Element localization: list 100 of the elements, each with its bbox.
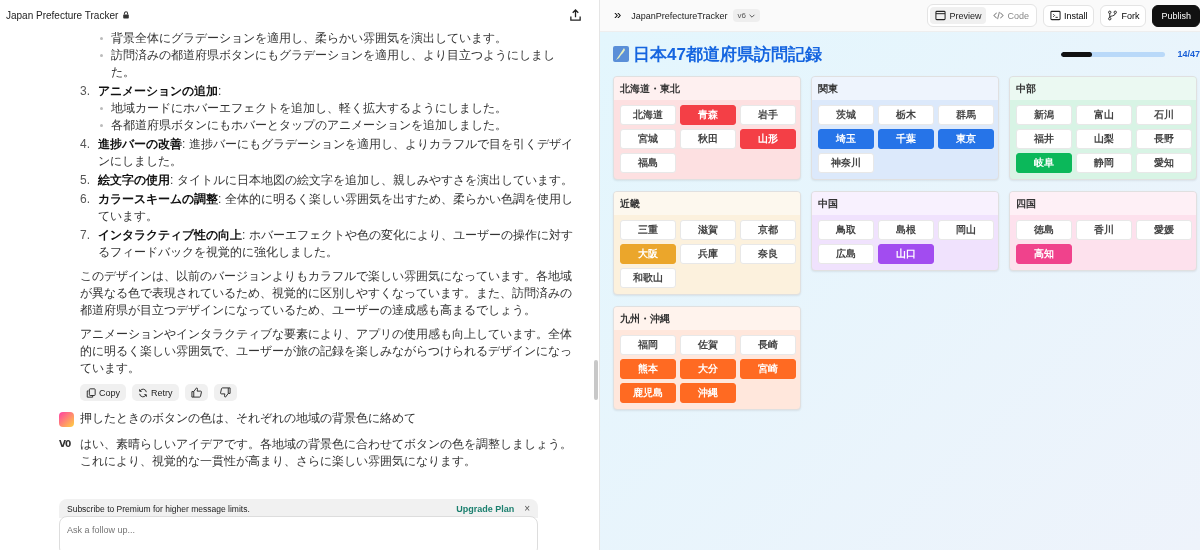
region-name: 九州・沖縄 — [620, 311, 670, 326]
version-dropdown[interactable]: v6 — [733, 9, 760, 22]
thumbs-up-icon — [190, 387, 202, 398]
upgrade-plan-link[interactable]: Upgrade Plan — [456, 503, 515, 514]
prefecture-button[interactable]: 青森 — [680, 105, 736, 125]
prefecture-button[interactable]: 香川 — [1076, 220, 1132, 240]
view-tab[interactable]: Preview — [930, 7, 987, 24]
window-icon — [935, 10, 947, 21]
prefecture-button[interactable]: 福岡 — [620, 335, 676, 355]
prefecture-button[interactable]: 福井 — [1016, 129, 1072, 149]
assistant-logo: V0 — [59, 438, 72, 451]
list-item-text: 絵文字の使用: タイトルに日本地図の絵文字を追加し、親しみやすさを演出しています。 — [98, 172, 573, 189]
region-name: 四国 — [1016, 196, 1036, 211]
prefecture-button[interactable]: 富山 — [1076, 105, 1132, 125]
list-number: 6. — [80, 191, 91, 208]
user-avatar — [59, 412, 74, 427]
region-name: 中部 — [1016, 81, 1036, 96]
user-message: 押したときのボタンの色は、それぞれの地域の背景色に絡めて — [80, 410, 417, 427]
prefecture-button[interactable]: 徳島 — [1016, 220, 1072, 240]
prefecture-button[interactable]: 長野 — [1136, 129, 1192, 149]
list-item-text: インタラクティブ性の向上: ホバーエフェクトや色の変化により、ユーザーの操作に対するフィードバックを視覚的に強化しました。 — [98, 227, 574, 261]
close-button[interactable]: × — [524, 503, 530, 514]
region-name: 近畿 — [620, 196, 640, 211]
prefecture-button[interactable]: 山形 — [740, 129, 796, 149]
bullet-text: 訪問済みの都道府県ボタンにもグラデーションを適用し、より目立つようにしました。 — [111, 47, 556, 81]
list-item-text: カラースキームの調整: 全体的に明るく楽しい雰囲気を出すため、柔らかい色調を使用しています。 — [98, 191, 574, 225]
prefecture-button[interactable]: 茨城 — [818, 105, 874, 125]
region-name: 北海道・東北 — [620, 81, 680, 96]
list-item-text: 進捗バーの改善: 進捗バーにもグラデーションを適用し、よりカラフルで目を引くデザインにしました。 — [98, 136, 574, 170]
prefecture-button[interactable]: 秋田 — [680, 129, 736, 149]
prefecture-button[interactable]: 和歌山 — [620, 268, 676, 288]
lock-icon — [122, 11, 131, 19]
retry-button[interactable]: Retry — [132, 384, 179, 401]
message-paragraph: このデザインは、以前のバージョンよりもカラフルで楽しい雰囲気になっています。各地域が異なる色で表現されているため、視覚的に区別しやすくなっています。また、訪問済みの都道府県が目立つデザインになっているため、ユーザーの達成感も高まるでしょう。 — [80, 268, 573, 319]
bullet-icon — [100, 37, 103, 40]
dislike-button[interactable] — [213, 384, 237, 401]
prefecture-button[interactable]: 東京 — [938, 129, 994, 149]
prefecture-button[interactable]: 埼玉 — [818, 129, 874, 149]
prefecture-button[interactable]: 北海道 — [620, 105, 676, 125]
refresh-icon — [138, 387, 148, 398]
prefecture-button[interactable]: 愛知 — [1136, 153, 1192, 173]
progress-reading: 14/47 — [1177, 49, 1200, 59]
prefecture-button[interactable]: 広島 — [818, 244, 874, 264]
prefecture-button[interactable]: 石川 — [1136, 105, 1192, 125]
region-name: 関東 — [818, 81, 838, 96]
prefecture-button[interactable]: 岡山 — [938, 220, 994, 240]
view-tab[interactable]: Code — [988, 7, 1034, 24]
region-name: 中国 — [818, 196, 838, 211]
fork-button[interactable]: Fork — [1100, 4, 1147, 27]
code-icon — [993, 10, 1005, 21]
list-number: 3. — [80, 83, 91, 100]
bullet-icon — [100, 107, 103, 110]
project-title: JapanPrefectureTracker — [631, 10, 728, 21]
list-item-text: アニメーションの追加: — [98, 83, 222, 100]
prefecture-button[interactable]: 群馬 — [938, 105, 994, 125]
publish-button[interactable]: Publish — [1152, 4, 1200, 27]
prefecture-button[interactable]: 千葉 — [878, 129, 934, 149]
prefecture-button[interactable]: 佐賀 — [680, 335, 736, 355]
prefecture-button[interactable]: 神奈川 — [818, 153, 874, 173]
like-button[interactable] — [184, 384, 208, 401]
prefecture-button[interactable]: 山梨 — [1076, 129, 1132, 149]
list-number: 7. — [80, 227, 91, 244]
prefecture-button[interactable]: 鳥取 — [818, 220, 874, 240]
bullet-icon — [100, 124, 103, 127]
prefecture-button[interactable]: 島根 — [878, 220, 934, 240]
thumbs-down-icon — [219, 387, 231, 398]
bullet-text: 背景全体にグラデーションを適用し、柔らかい雰囲気を演出しています。 — [111, 30, 507, 47]
prefecture-button[interactable]: 高知 — [1016, 244, 1072, 264]
terminal-icon — [1049, 10, 1061, 21]
follow-up-input[interactable]: Ask a follow up... — [59, 516, 538, 550]
prefecture-button[interactable]: 三重 — [620, 220, 676, 240]
bullet-text: 地域カードにホバーエフェクトを追加し、軽く拡大するようにしました。 — [111, 100, 507, 117]
branch-icon — [1107, 10, 1119, 21]
install-button[interactable]: Install — [1042, 4, 1095, 27]
prefecture-button[interactable]: 栃木 — [878, 105, 934, 125]
share-icon[interactable] — [569, 8, 582, 22]
prefecture-button[interactable]: 滋賀 — [680, 220, 736, 240]
list-number: 5. — [80, 172, 91, 189]
message-paragraph: アニメーションやインタラクティブな要素により、アプリの使用感も向上しています。全体的に明るく楽しい雰囲気で、ユーザーが旅の記録を楽しみながらつけられるデザインになっています。 — [80, 326, 573, 377]
expand-button[interactable]: » — [614, 7, 626, 24]
bullet-icon — [100, 54, 103, 57]
prefecture-button[interactable]: 兵庫 — [680, 244, 736, 264]
prefecture-button[interactable]: 長崎 — [740, 335, 796, 355]
copy-icon — [86, 387, 96, 398]
bullet-text: 各都道府県ボタンにもホバーとタップのアニメーションを追加しました。 — [111, 117, 507, 134]
prefecture-button[interactable]: 奈良 — [740, 244, 796, 264]
prefecture-button[interactable]: 静岡 — [1076, 153, 1132, 173]
prefecture-button[interactable]: 山口 — [878, 244, 934, 264]
prefecture-button[interactable]: 宮城 — [620, 129, 676, 149]
copy-button[interactable]: Copy — [80, 384, 126, 401]
prefecture-button[interactable]: 福島 — [620, 153, 676, 173]
app-title: 日本47都道府県訪問記録 — [633, 43, 822, 66]
prefecture-button[interactable]: 岩手 — [740, 105, 796, 125]
prefecture-button[interactable]: 京都 — [740, 220, 796, 240]
prefecture-button[interactable]: 愛媛 — [1136, 220, 1192, 240]
list-number: 4. — [80, 136, 91, 153]
chat-title: Japan Prefecture Tracker — [6, 9, 119, 21]
prefecture-button[interactable]: 新潟 — [1016, 105, 1072, 125]
assistant-message: はい、素晴らしいアイデアです。各地域の背景色に合わせてボタンの色を調整しましょう。これにより、視覚的な一貫性が高まり、さらに楽しい雰囲気になります。 — [80, 436, 573, 470]
banner-text: Subscribe to Premium for higher message limits. — [67, 503, 251, 514]
